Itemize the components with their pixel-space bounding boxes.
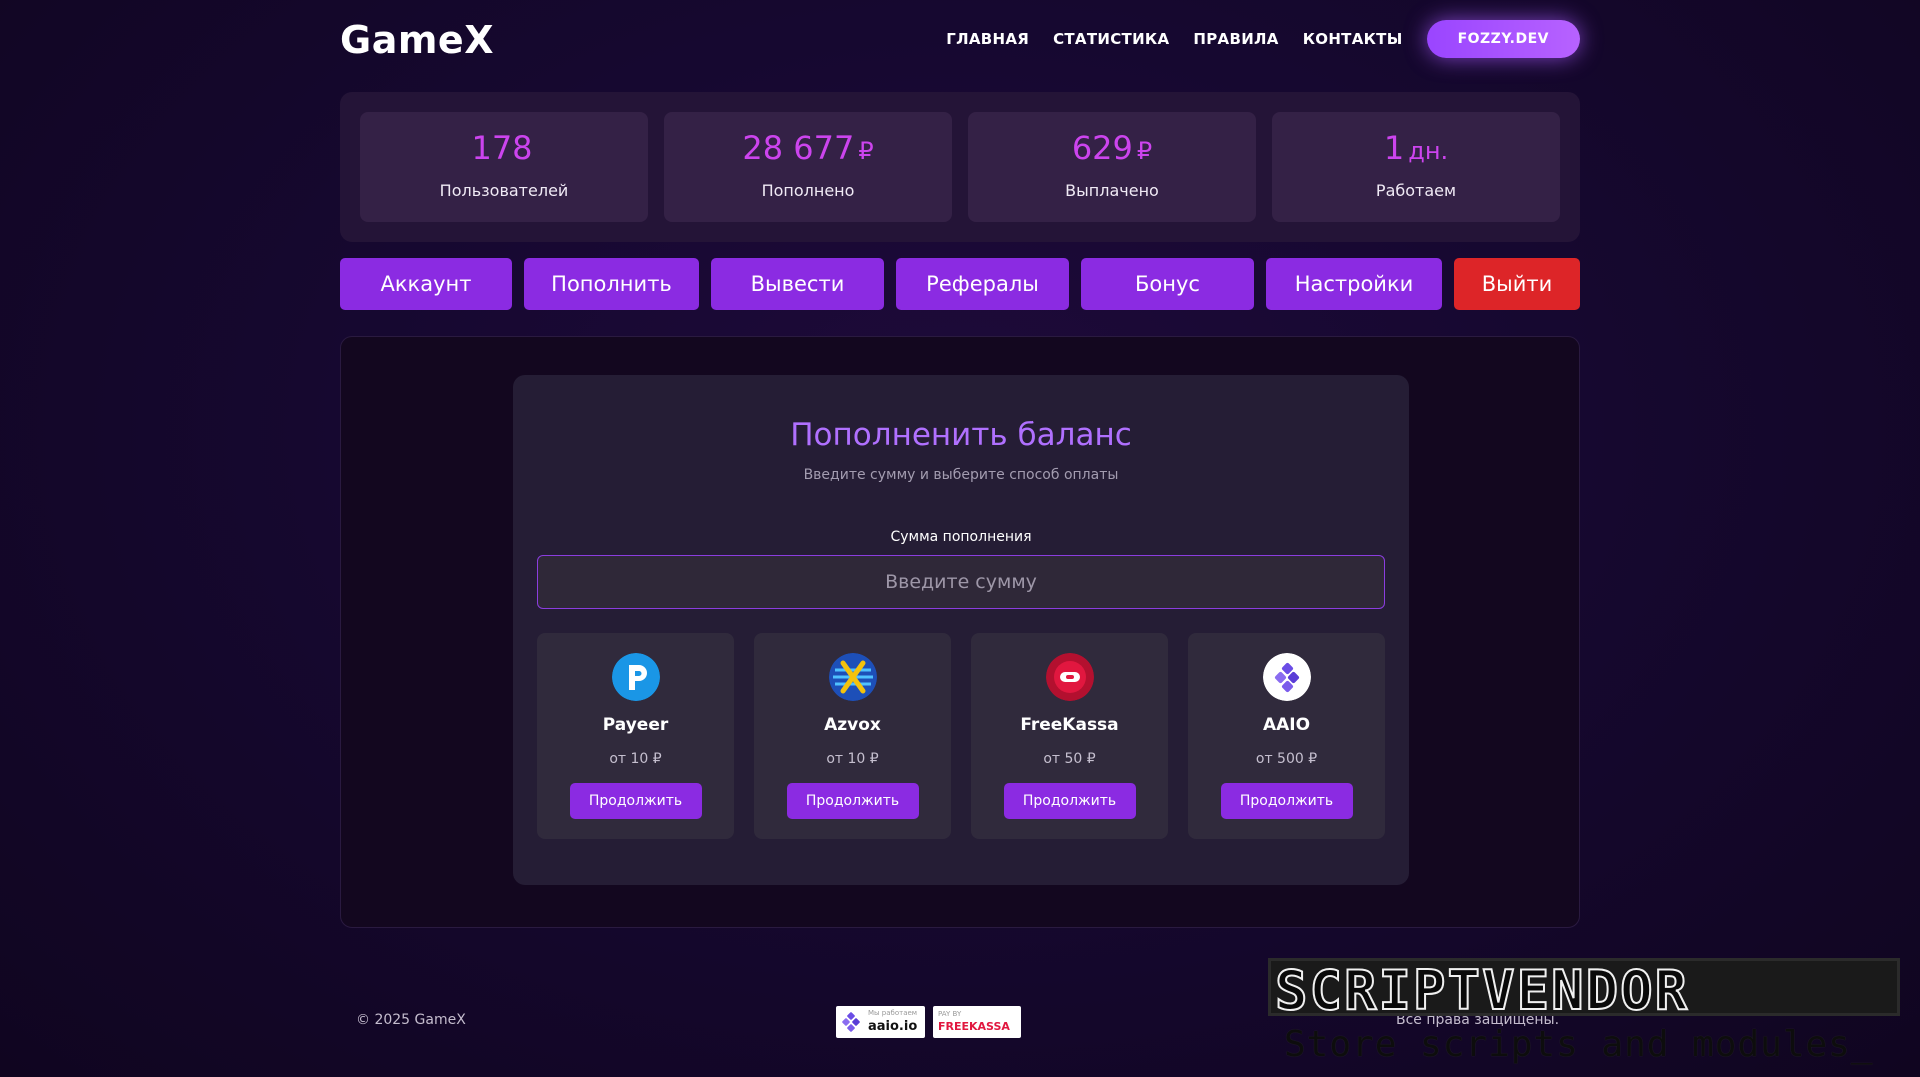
payeer-icon xyxy=(611,653,660,701)
aaio-badge-caption: Мы работаем xyxy=(868,1009,918,1017)
method-card-freekassa[interactable]: FreeKassa от 50 ₽ Продолжить xyxy=(971,633,1168,839)
logout-button[interactable]: Выйти xyxy=(1454,258,1580,310)
method-card-payeer[interactable]: Payeer от 10 ₽ Продолжить xyxy=(537,633,734,839)
method-minimum: от 10 ₽ xyxy=(826,751,879,767)
amount-label: Сумма пополнения xyxy=(890,529,1032,545)
deposit-subtitle: Введите сумму и выберите способ оплаты xyxy=(803,467,1119,483)
method-name: Payeer xyxy=(602,715,669,735)
nav-statistics[interactable]: СТАТИСТИКА xyxy=(1053,30,1169,48)
method-card-aaio[interactable]: AAIO от 500 ₽ Продолжить xyxy=(1188,633,1385,839)
watermark-title: SCRIPTVENDOR xyxy=(1274,958,1690,1023)
stat-value: 28 677 ₽ xyxy=(742,129,874,167)
azvox-icon xyxy=(828,653,877,701)
method-name: AAIO xyxy=(1262,715,1311,735)
deposit-button[interactable]: Пополнить xyxy=(524,258,699,310)
settings-button[interactable]: Настройки xyxy=(1266,258,1442,310)
referrals-button[interactable]: Рефералы xyxy=(896,258,1069,310)
profile-button[interactable]: FOZZY.DEV xyxy=(1426,20,1580,58)
stat-deposited: 28 677 ₽ Пополнено xyxy=(664,112,952,222)
bonus-button[interactable]: Бонус xyxy=(1081,258,1254,310)
method-name: FreeKassa xyxy=(1020,715,1119,735)
top-nav: ГЛАВНАЯ СТАТИСТИКА ПРАВИЛА КОНТАКТЫ FOZZ… xyxy=(946,20,1580,58)
stats-bar: 178 Пользователей 28 677 ₽ Пополнено 629 ₽… xyxy=(340,92,1580,242)
aaio-logo-icon xyxy=(842,1012,860,1032)
continue-button-payeer[interactable]: Продолжить xyxy=(569,783,702,819)
amount-input[interactable] xyxy=(537,555,1385,609)
account-button[interactable]: Аккаунт xyxy=(340,258,512,310)
stat-label: Пользователей xyxy=(439,181,569,200)
withdraw-button[interactable]: Вывести xyxy=(711,258,884,310)
nav-home[interactable]: ГЛАВНАЯ xyxy=(946,30,1029,48)
continue-button-aaio[interactable]: Продолжить xyxy=(1220,783,1353,819)
stat-uptime: 1 дн. Работаем xyxy=(1272,112,1560,222)
payment-methods: Payeer от 10 ₽ Продолжить Azvox от 10 ₽ … xyxy=(537,633,1385,839)
fk-badge-name: FREEKASSA xyxy=(938,1020,1010,1033)
freekassa-badge[interactable]: PAY BY FREEKASSA xyxy=(933,1006,1021,1038)
fk-badge-caption: PAY BY xyxy=(938,1010,962,1018)
continue-button-freekassa[interactable]: Продолжить xyxy=(1003,783,1136,819)
method-name: Azvox xyxy=(824,715,881,735)
nav-rules[interactable]: ПРАВИЛА xyxy=(1193,30,1278,48)
stat-value: 629 ₽ xyxy=(1071,129,1153,167)
method-card-azvox[interactable]: Azvox от 10 ₽ Продолжить xyxy=(754,633,951,839)
deposit-title: Пополненить баланс xyxy=(790,417,1132,453)
aaio-icon xyxy=(1262,653,1311,701)
header: GameX ГЛАВНАЯ СТАТИСТИКА ПРАВИЛА КОНТАКТ… xyxy=(340,18,1580,62)
action-bar: Аккаунт Пополнить Вывести Рефералы Бонус… xyxy=(340,258,1580,310)
stat-label: Выплачено xyxy=(1065,181,1159,200)
stat-value: 1 дн. xyxy=(1383,129,1449,167)
logo[interactable]: GameX xyxy=(340,18,494,62)
continue-button-azvox[interactable]: Продолжить xyxy=(786,783,919,819)
stat-label: Пополнено xyxy=(761,181,855,200)
stat-value: 178 xyxy=(471,129,533,167)
main-panel: Пополненить баланс Введите сумму и выбер… xyxy=(340,336,1580,928)
method-minimum: от 10 ₽ xyxy=(609,751,662,767)
payment-badges: Мы работаем aaio.io PAY BY FREEKASSA xyxy=(836,1006,1021,1038)
stat-users: 178 Пользователей xyxy=(360,112,648,222)
method-minimum: от 500 ₽ xyxy=(1255,751,1318,767)
freekassa-icon xyxy=(1045,653,1094,701)
stat-paid-out: 629 ₽ Выплачено xyxy=(968,112,1256,222)
watermark-tagline: Store scripts and modules_ xyxy=(1284,1024,1874,1065)
deposit-card: Пополненить баланс Введите сумму и выбер… xyxy=(513,375,1409,885)
aaio-badge[interactable]: Мы работаем aaio.io xyxy=(836,1006,925,1038)
footer-copyright: © 2025 GameX xyxy=(356,1012,466,1028)
watermark-banner: SCRIPTVENDOR xyxy=(1268,958,1900,1023)
nav-contacts[interactable]: КОНТАКТЫ xyxy=(1303,30,1403,48)
aaio-badge-name: aaio.io xyxy=(868,1019,918,1034)
method-minimum: от 50 ₽ xyxy=(1043,751,1096,767)
stat-label: Работаем xyxy=(1375,181,1457,200)
